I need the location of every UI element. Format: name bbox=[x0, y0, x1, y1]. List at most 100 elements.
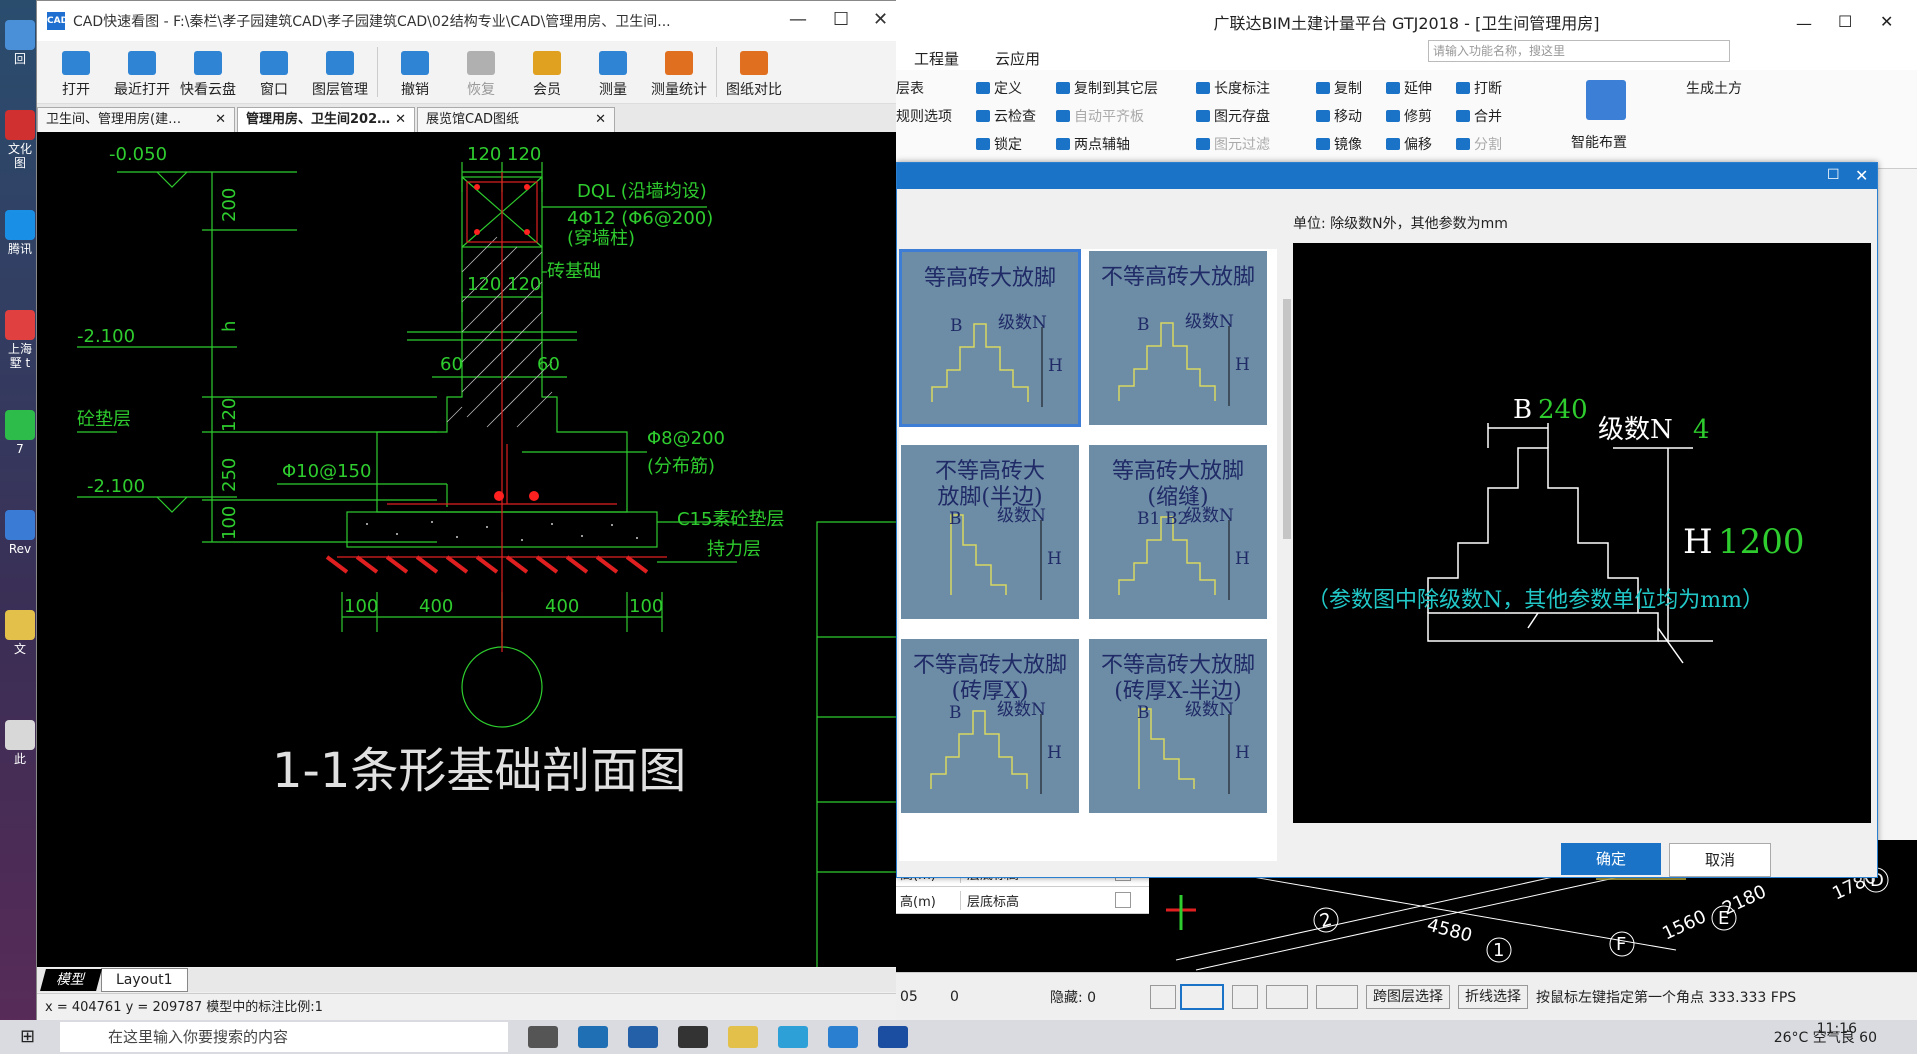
close-tab-icon[interactable]: ✕ bbox=[215, 108, 226, 132]
toolbar-button[interactable]: 会员 bbox=[514, 51, 580, 103]
ribbon-button[interactable]: 打断 bbox=[1456, 78, 1502, 98]
menu-item-cloud[interactable]: 云应用 bbox=[995, 48, 1040, 70]
close-tab-icon[interactable]: ✕ bbox=[395, 108, 406, 132]
close-icon[interactable]: ✕ bbox=[1855, 166, 1868, 185]
dimension-label: 2180 bbox=[1719, 881, 1769, 919]
ribbon-button[interactable]: 复制到其它层 bbox=[1056, 78, 1158, 98]
mail-icon[interactable] bbox=[628, 1026, 658, 1048]
compare-icon bbox=[740, 51, 768, 75]
cad-app-icon[interactable] bbox=[878, 1026, 908, 1048]
plus-icon[interactable] bbox=[1316, 985, 1358, 1009]
toolbar-button[interactable]: 图纸对比 bbox=[721, 51, 787, 103]
app-icon[interactable] bbox=[828, 1026, 858, 1048]
tool-icon bbox=[1386, 110, 1400, 122]
snap-icon[interactable] bbox=[1180, 984, 1224, 1010]
ribbon-button[interactable]: 复制 bbox=[1316, 78, 1362, 98]
polyline-select-button[interactable]: 折线选择 bbox=[1458, 985, 1528, 1009]
desktop-icon[interactable]: 上海 墅 t bbox=[2, 310, 38, 370]
scrollbar[interactable] bbox=[1281, 249, 1293, 861]
ribbon-button[interactable]: 分割 bbox=[1456, 134, 1502, 154]
toolbar-button[interactable]: 图层管理 bbox=[307, 51, 373, 103]
cancel-button[interactable]: 取消 bbox=[1669, 843, 1771, 877]
file-tab[interactable]: 卫生间、管理用房(建… ✕ bbox=[37, 107, 235, 132]
cross-icon[interactable] bbox=[1232, 985, 1258, 1009]
generate-earthwork-button[interactable]: 生成土方 bbox=[1686, 78, 1742, 98]
cad-canvas[interactable]: -0.050 -2.100 -2.100 砼垫层 120 120 120 120… bbox=[37, 132, 897, 967]
ribbon-button[interactable]: 长度标注 bbox=[1196, 78, 1270, 98]
ribbon-button[interactable]: 偏移 bbox=[1386, 134, 1432, 154]
app-icon[interactable] bbox=[678, 1026, 708, 1048]
task-view-icon[interactable] bbox=[528, 1026, 558, 1048]
ribbon-button[interactable]: 图元存盘 bbox=[1196, 106, 1270, 126]
model-tab[interactable]: 模型 bbox=[40, 969, 102, 991]
desktop-icon[interactable]: 回 bbox=[2, 20, 38, 66]
angle-icon[interactable] bbox=[1266, 985, 1308, 1009]
file-tab[interactable]: 展览馆CAD图纸 ✕ bbox=[417, 107, 615, 132]
ribbon-button[interactable]: 延伸 bbox=[1386, 78, 1432, 98]
ribbon-button[interactable]: 移动 bbox=[1316, 106, 1362, 126]
ortho-icon[interactable] bbox=[1150, 985, 1176, 1009]
toolbar-button[interactable]: 撤销 bbox=[382, 51, 448, 103]
foundation-type-option[interactable]: 等高砖大放脚 (缩缝) B1 B2 级数N H bbox=[1087, 443, 1269, 621]
foundation-type-option[interactable]: 不等高砖大 放脚(半边) B 级数N H bbox=[899, 443, 1081, 621]
ribbon-button[interactable]: 自动平齐板 bbox=[1056, 106, 1144, 126]
foundation-type-option[interactable]: 不等高砖大放脚 B 级数N H bbox=[1087, 249, 1269, 427]
ribbon-button[interactable]: 锁定 bbox=[976, 134, 1022, 154]
desktop-icon[interactable]: 此 bbox=[2, 720, 38, 766]
ribbon-button[interactable]: 镜像 bbox=[1316, 134, 1362, 154]
toolbar-button-label: 测量 bbox=[599, 82, 627, 98]
close-icon[interactable]: ✕ bbox=[1880, 12, 1893, 31]
checkbox[interactable] bbox=[1115, 892, 1131, 908]
ribbon-button[interactable]: 合并 bbox=[1456, 106, 1502, 126]
ribbon-button[interactable]: 两点辅轴 bbox=[1056, 134, 1130, 154]
minimize-icon[interactable]: — bbox=[789, 9, 807, 30]
ruler-icon bbox=[599, 51, 627, 75]
app-icon[interactable] bbox=[578, 1026, 608, 1048]
maximize-icon[interactable]: ☐ bbox=[833, 9, 849, 30]
desktop-icon[interactable]: 文 bbox=[2, 610, 38, 656]
foundation-type-option[interactable]: 不等高砖大放脚 (砖厚X) B 级数N H bbox=[899, 637, 1081, 815]
toolbar-button[interactable]: 最近打开 bbox=[109, 51, 175, 103]
layout1-tab[interactable]: Layout1 bbox=[101, 968, 188, 992]
cross-layer-select-button[interactable]: 跨图层选择 bbox=[1366, 985, 1450, 1009]
desktop-icon[interactable]: Rev bbox=[2, 510, 38, 556]
smart-layout-button[interactable]: 智能布置 bbox=[1571, 132, 1627, 152]
windows-start-icon[interactable]: ⊞ bbox=[20, 1026, 35, 1047]
folder-icon[interactable] bbox=[728, 1026, 758, 1048]
menu-item-quantities[interactable]: 工程量 bbox=[914, 48, 959, 70]
ribbon-button[interactable]: 修剪 bbox=[1386, 106, 1432, 126]
toolbar-button[interactable]: 测量 bbox=[580, 51, 646, 103]
toolbar-button[interactable]: 测量统计 bbox=[646, 51, 712, 103]
desktop-icon[interactable]: 腾讯 bbox=[2, 210, 38, 256]
taskbar-search[interactable]: 在这里输入你要搜索的内容 bbox=[60, 1022, 508, 1052]
foundation-type-option[interactable]: 等高砖大放脚 B 级数N H bbox=[899, 249, 1083, 429]
clock[interactable]: 11:16 bbox=[1817, 1022, 1857, 1036]
ribbon-button[interactable]: 定义 bbox=[976, 78, 1022, 98]
grid-label: 1 bbox=[1493, 940, 1504, 961]
dim-label: 100 bbox=[219, 506, 240, 540]
gtj-search-input[interactable]: 请输入功能名称，搜这里 bbox=[1428, 40, 1730, 62]
close-tab-icon[interactable]: ✕ bbox=[595, 108, 606, 132]
desktop-icon[interactable]: 7 bbox=[2, 410, 38, 456]
ribbon-button[interactable]: 图元过滤 bbox=[1196, 134, 1270, 154]
h-label: H bbox=[1235, 743, 1250, 763]
ribbon-button[interactable]: 规则选项 bbox=[896, 106, 952, 126]
foundation-type-option[interactable]: 不等高砖大放脚 (砖厚X-半边) B 级数N H bbox=[1087, 637, 1269, 815]
toolbar-button[interactable]: 窗口 bbox=[241, 51, 307, 103]
ribbon-button[interactable]: 云检查 bbox=[976, 106, 1036, 126]
ribbon-button[interactable]: 层表 bbox=[896, 78, 924, 98]
desktop-icon[interactable]: 文化 图 bbox=[2, 110, 38, 170]
minimize-icon[interactable]: — bbox=[1796, 14, 1812, 33]
toolbar-button[interactable]: 快看云盘 bbox=[175, 51, 241, 103]
scrollbar-thumb[interactable] bbox=[1283, 299, 1291, 539]
maximize-icon[interactable]: ☐ bbox=[1838, 12, 1852, 31]
toolbar-button[interactable]: 打开 bbox=[43, 51, 109, 103]
prop-value[interactable]: 层底标高 bbox=[960, 890, 1107, 910]
maximize-icon[interactable]: ☐ bbox=[1827, 167, 1840, 183]
toolbar-button[interactable]: 恢复 bbox=[448, 51, 514, 103]
close-icon[interactable]: ✕ bbox=[873, 9, 888, 30]
file-tab[interactable]: 管理用房、卫生间202… ✕ bbox=[237, 107, 415, 132]
browser-icon[interactable] bbox=[778, 1026, 808, 1048]
tool-icon bbox=[1196, 82, 1210, 94]
ok-button[interactable]: 确定 bbox=[1561, 843, 1661, 875]
